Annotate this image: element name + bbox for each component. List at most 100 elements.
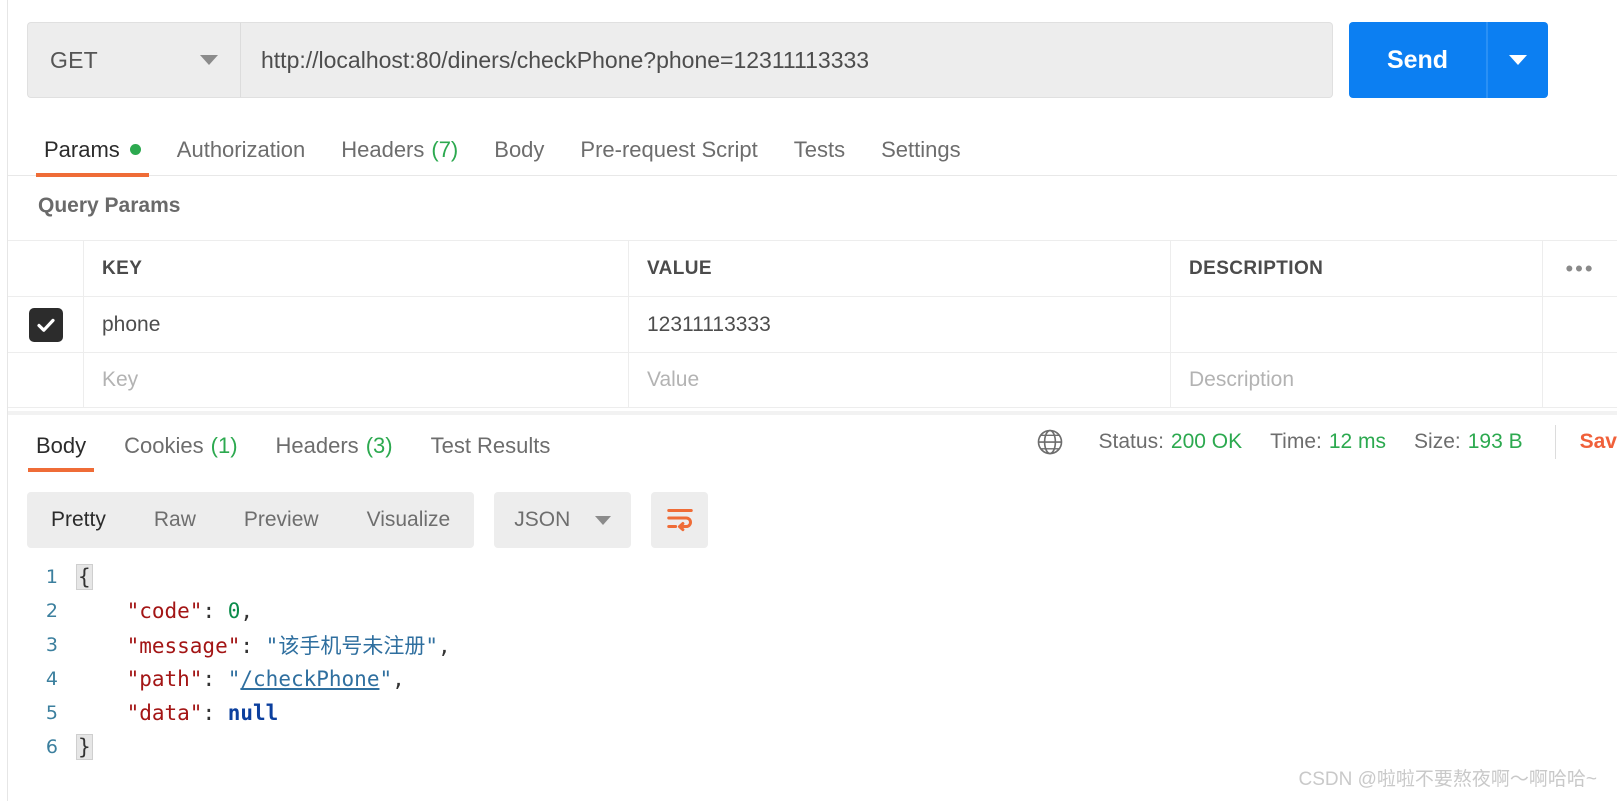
code-token: ,	[240, 599, 254, 623]
column-header-key: KEY	[102, 257, 143, 279]
code-token: 0	[227, 599, 241, 623]
code-line: 6}	[8, 730, 1617, 764]
wrap-text-button[interactable]	[651, 492, 709, 548]
column-header-description: DESCRIPTION	[1189, 257, 1324, 279]
code-text: "code": 0,	[76, 599, 253, 623]
chevron-down-icon	[1509, 55, 1527, 65]
tab-authorization-label: Authorization	[176, 136, 306, 162]
tab-tests[interactable]: Tests	[776, 124, 863, 176]
code-line: 5 "data": null	[8, 696, 1617, 730]
size-value: 193 B	[1467, 430, 1523, 453]
send-button-group: Send	[1349, 22, 1617, 98]
view-mode-preview[interactable]: Preview	[220, 492, 343, 548]
tab-headers-label: Headers	[341, 136, 425, 162]
watermark: CSDN @啦啦不要熬夜啊～啊哈哈~	[1298, 769, 1598, 790]
placeholder-description[interactable]: Description	[1189, 368, 1294, 392]
column-header-value: VALUE	[647, 257, 712, 279]
send-button[interactable]: Send	[1349, 22, 1486, 98]
code-token: "message"	[126, 634, 241, 658]
placeholder-actions-cell	[1543, 353, 1617, 407]
code-text: {	[76, 564, 93, 590]
tab-headers[interactable]: Headers (7)	[323, 124, 476, 176]
header-checkbox-cell	[8, 241, 84, 296]
chevron-down-icon	[595, 515, 612, 525]
size-block[interactable]: Size: 193 B	[1414, 430, 1523, 454]
response-tab-body-label: Body	[36, 433, 87, 458]
code-token: "	[227, 667, 241, 691]
globe-icon[interactable]	[1035, 427, 1065, 457]
response-tab-body[interactable]: Body	[22, 418, 100, 474]
size-label: Size:	[1414, 430, 1461, 453]
response-tab-cookies-count: (1)	[210, 433, 238, 458]
code-token: :	[240, 634, 266, 658]
code-text: }	[76, 734, 93, 760]
bulk-edit-icon[interactable]: •••	[1565, 257, 1594, 280]
param-value[interactable]: 12311113333	[647, 313, 771, 337]
code-token: :	[202, 701, 228, 725]
tab-prerequest-script-label: Pre-request Script	[580, 136, 758, 162]
tab-body-label: Body	[494, 136, 545, 162]
query-params-title: Query Params	[38, 194, 181, 217]
code-text: "message": "该手机号未注册",	[76, 630, 451, 660]
response-status-bar: Status: 200 OK Time: 12 ms Size: 193 B Sav	[1035, 425, 1617, 459]
request-tab-bar: Params Authorization Headers (7) Body Pr…	[8, 124, 1617, 177]
response-separator	[8, 411, 1617, 415]
tab-settings[interactable]: Settings	[863, 124, 979, 176]
tab-body[interactable]: Body	[476, 124, 562, 176]
code-token: /checkPhone	[240, 667, 380, 691]
url-bar: GET http://localhost:80/diners/checkPhon…	[27, 22, 1333, 98]
line-number: 1	[45, 566, 58, 588]
code-line: 2 "code": 0,	[8, 594, 1617, 628]
time-block[interactable]: Time: 12 ms	[1270, 430, 1386, 454]
line-number: 6	[45, 736, 58, 758]
code-token: "path"	[126, 667, 203, 691]
time-value: 12 ms	[1328, 430, 1387, 453]
status-value: 200 OK	[1170, 430, 1243, 453]
code-text: "path": "/checkPhone",	[76, 667, 405, 691]
wrap-text-icon	[665, 503, 695, 538]
status-block[interactable]: Status: 200 OK	[1099, 430, 1243, 454]
chevron-down-icon	[200, 55, 218, 65]
view-mode-visualize[interactable]: Visualize	[343, 492, 475, 548]
placeholder-key[interactable]: Key	[102, 368, 138, 392]
placeholder-checkbox-cell	[8, 353, 84, 407]
query-params-table: KEY VALUE DESCRIPTION ••• phone 12311113…	[8, 240, 1617, 408]
response-tab-headers[interactable]: Headers (3)	[262, 418, 407, 474]
code-line: 3 "message": "该手机号未注册",	[8, 628, 1617, 662]
table-row: phone 12311113333	[8, 297, 1617, 353]
tab-headers-count: (7)	[431, 136, 459, 162]
save-response-button[interactable]: Sav	[1580, 430, 1617, 454]
code-text: "data": null	[76, 701, 279, 725]
url-input[interactable]: http://localhost:80/diners/checkPhone?ph…	[241, 22, 1333, 98]
postman-request-window: GET http://localhost:80/diners/checkPhon…	[0, 0, 1617, 801]
response-tab-test-results[interactable]: Test Results	[417, 418, 565, 474]
row-checkbox-cell	[8, 297, 84, 352]
response-tab-test-results-label: Test Results	[430, 433, 551, 458]
tab-authorization[interactable]: Authorization	[159, 124, 323, 176]
row-actions-cell	[1543, 297, 1617, 352]
response-tab-cookies[interactable]: Cookies (1)	[110, 418, 251, 474]
view-mode-pretty[interactable]: Pretty	[27, 492, 130, 548]
send-options-button[interactable]	[1488, 22, 1548, 98]
method-selector[interactable]: GET	[27, 22, 241, 98]
line-number: 4	[45, 668, 58, 690]
view-mode-raw[interactable]: Raw	[130, 492, 220, 548]
tab-settings-label: Settings	[881, 136, 961, 162]
placeholder-value[interactable]: Value	[647, 368, 699, 392]
format-selector[interactable]: JSON	[494, 492, 632, 548]
format-selector-label: JSON	[514, 508, 571, 531]
tab-params[interactable]: Params	[26, 124, 159, 177]
code-token: {	[76, 564, 93, 590]
code-token: ,	[437, 634, 451, 658]
code-token: "data"	[126, 701, 203, 725]
response-body-toolbar: Pretty Raw Preview Visualize JSON	[27, 492, 709, 548]
code-token: :	[202, 599, 228, 623]
code-token: "该手机号未注册"	[265, 634, 438, 658]
table-placeholder-row: Key Value Description	[8, 353, 1617, 408]
param-enabled-checkbox[interactable]	[28, 307, 63, 342]
param-key[interactable]: phone	[102, 313, 160, 337]
response-tab-headers-label: Headers	[275, 433, 359, 458]
modified-dot-icon	[129, 144, 141, 155]
response-tab-cookies-label: Cookies	[124, 433, 204, 458]
tab-prerequest-script[interactable]: Pre-request Script	[562, 124, 775, 176]
